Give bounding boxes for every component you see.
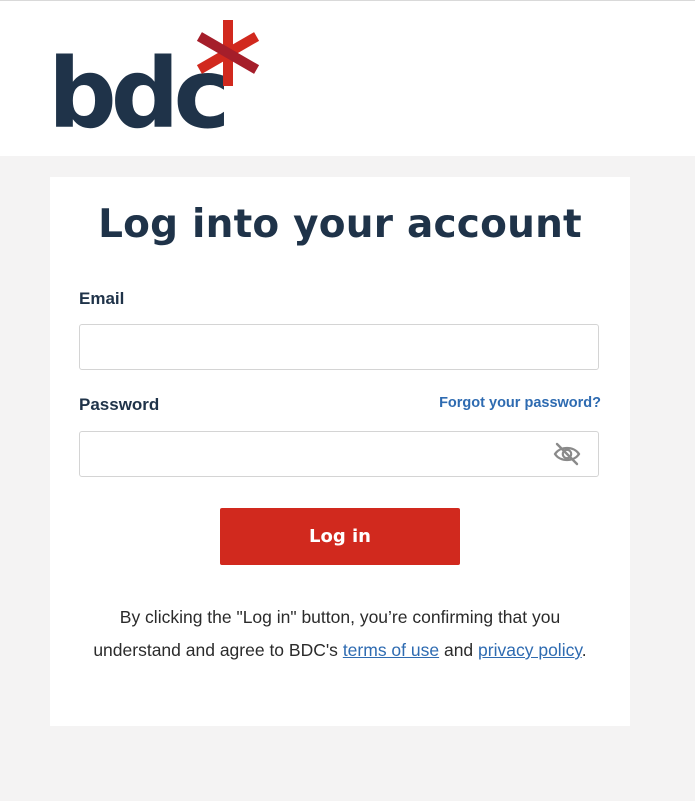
login-button[interactable]: Log in [220,508,460,565]
eye-slash-icon[interactable] [553,441,581,467]
terms-text-middle: and [439,640,479,660]
bdc-logo[interactable]: bdc [48,19,263,134]
password-input[interactable] [79,431,599,477]
terms-notice: By clicking the "Log in" button, you’re … [80,601,600,667]
forgot-password-link[interactable]: Forgot your password? [439,395,601,411]
terms-text-suffix: . [581,640,587,660]
terms-of-use-link[interactable]: terms of use [343,640,439,660]
email-input[interactable] [79,324,599,370]
site-header: bdc [0,1,695,156]
page-title: Log into your account [98,202,582,247]
logo-wordmark: bdc [48,38,224,134]
privacy-policy-link[interactable]: privacy policy [478,640,582,660]
password-label: Password [79,395,160,414]
email-label: Email [79,289,125,308]
login-card: Log into your account Email Password For… [50,177,630,726]
